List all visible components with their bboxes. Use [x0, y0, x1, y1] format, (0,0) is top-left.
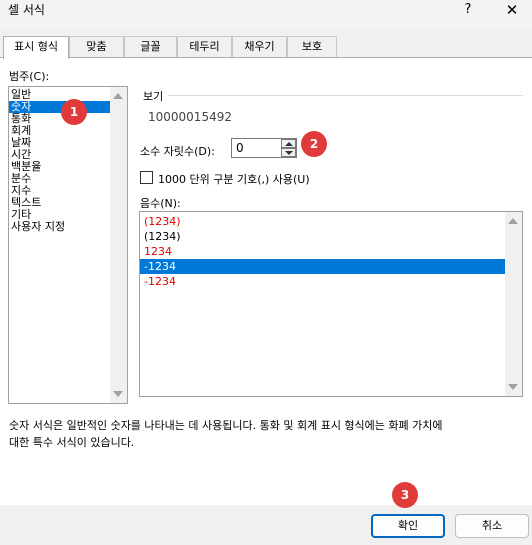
- negative-numbers-listbox[interactable]: (1234) (1234) 1234 -1234 -1234: [139, 211, 523, 397]
- description-line: 숫자 서식은 일반적인 숫자를 나타내는 데 사용됩니다. 통화 및 회계 표시…: [9, 419, 443, 432]
- title-bar: 셀 서식 ? ✕: [0, 0, 532, 28]
- category-scrollbar[interactable]: [110, 87, 127, 403]
- tab-protection[interactable]: 보호: [287, 36, 337, 58]
- cancel-button[interactable]: 취소: [455, 514, 529, 538]
- sample-group-line: [168, 95, 523, 96]
- scroll-down-icon[interactable]: [113, 391, 123, 397]
- negative-number-item[interactable]: (1234): [140, 229, 522, 244]
- negative-number-item[interactable]: (1234): [140, 214, 522, 229]
- tab-number-format[interactable]: 표시 형식: [3, 36, 69, 59]
- description-line: 대한 특수 서식이 있습니다.: [9, 436, 135, 449]
- tab-strip: 표시 형식 맞춤 글꼴 테두리 채우기 보호: [0, 36, 532, 59]
- tab-fill[interactable]: 채우기: [232, 36, 287, 58]
- sample-value: 10000015492: [148, 110, 232, 124]
- step-badge-2: 2: [301, 131, 327, 157]
- dialog-title: 셀 서식: [8, 3, 45, 17]
- thousands-separator-checkbox[interactable]: [140, 171, 153, 184]
- scroll-up-icon[interactable]: [113, 93, 123, 99]
- spin-up-icon[interactable]: [281, 139, 296, 148]
- help-icon[interactable]: ?: [453, 0, 483, 20]
- category-listbox[interactable]: 일반 숫자 통화 회계 날짜 시간 백분율 분수 지수 텍스트 기타 사용자 지정: [8, 86, 128, 404]
- spin-down-icon[interactable]: [281, 148, 296, 157]
- negative-number-item[interactable]: 1234: [140, 244, 522, 259]
- negative-number-item[interactable]: -1234: [140, 259, 522, 274]
- tab-alignment[interactable]: 맞춤: [69, 36, 124, 58]
- scroll-down-icon[interactable]: [508, 384, 518, 390]
- negative-number-item[interactable]: -1234: [140, 274, 522, 289]
- step-badge-1: 1: [61, 99, 87, 125]
- negative-scrollbar[interactable]: [505, 212, 522, 396]
- tab-border[interactable]: 테두리: [177, 36, 232, 58]
- decimal-places-label: 소수 자릿수(D):: [140, 145, 215, 158]
- ok-button[interactable]: 확인: [371, 514, 445, 538]
- step-badge-3: 3: [392, 482, 418, 508]
- close-icon[interactable]: ✕: [497, 0, 527, 20]
- tab-font[interactable]: 글꼴: [124, 36, 177, 58]
- scroll-up-icon[interactable]: [508, 218, 518, 224]
- thousands-separator-label: 1000 단위 구분 기호(,) 사용(U): [158, 173, 310, 186]
- format-description: 숫자 서식은 일반적인 숫자를 나타내는 데 사용됩니다. 통화 및 회계 표시…: [9, 417, 524, 451]
- sample-label: 보기: [143, 90, 164, 103]
- decimal-places-spinner[interactable]: [281, 139, 296, 157]
- negative-numbers-label: 음수(N):: [140, 197, 181, 210]
- category-label: 범주(C):: [9, 70, 50, 83]
